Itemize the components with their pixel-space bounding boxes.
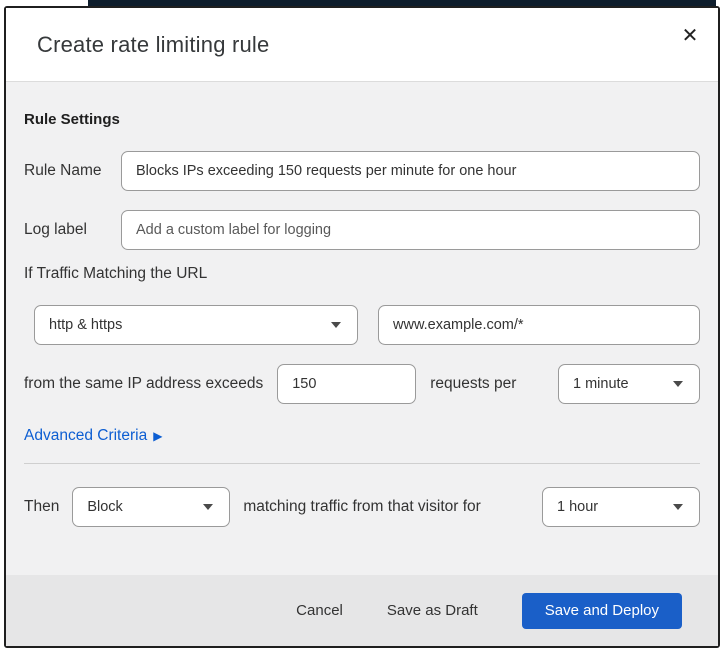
cancel-button[interactable]: Cancel: [296, 602, 343, 619]
url-pattern-input[interactable]: [378, 305, 700, 345]
scheme-select[interactable]: http & https: [34, 305, 358, 345]
dialog-header: Create rate limiting rule ✕: [6, 8, 718, 82]
period-select[interactable]: 1 minute: [558, 364, 700, 404]
advanced-criteria-label: Advanced Criteria: [24, 427, 148, 444]
threshold-suffix-text: requests per: [430, 375, 517, 392]
chevron-down-icon: [331, 322, 341, 328]
action-select[interactable]: Block: [72, 487, 231, 527]
scheme-select-value: http & https: [49, 317, 123, 333]
create-rate-limiting-rule-dialog: Create rate limiting rule ✕ Rule Setting…: [4, 6, 720, 648]
chevron-down-icon: [203, 504, 214, 510]
chevron-down-icon: [673, 504, 683, 510]
advanced-criteria-link[interactable]: Advanced Criteria ▶: [24, 426, 162, 446]
save-as-draft-button[interactable]: Save as Draft: [387, 602, 478, 619]
request-threshold-input[interactable]: [277, 364, 417, 404]
action-middle-text: matching traffic from that visitor for: [243, 498, 481, 515]
save-and-deploy-button[interactable]: Save and Deploy: [521, 592, 682, 629]
action-row: Then Block matching traffic from that vi…: [24, 487, 700, 527]
then-label: Then: [24, 498, 60, 515]
close-icon[interactable]: ✕: [674, 20, 706, 52]
duration-select[interactable]: 1 hour: [542, 487, 700, 527]
chevron-down-icon: [673, 381, 683, 387]
threshold-row: from the same IP address exceeds request…: [24, 364, 700, 404]
log-label-label: Log label: [24, 221, 87, 238]
section-divider: [24, 463, 700, 464]
dialog-footer: Cancel Save as Draft Save and Deploy: [6, 575, 718, 646]
dialog-body: Rule Settings Rule Name Log label If Tra…: [6, 82, 718, 575]
rule-settings-heading: Rule Settings: [24, 111, 120, 128]
log-label-input[interactable]: [121, 210, 700, 250]
threshold-prefix-text: from the same IP address exceeds: [24, 375, 264, 392]
dialog-title: Create rate limiting rule: [37, 31, 270, 57]
log-label-row: Log label: [24, 210, 700, 250]
rule-name-row: Rule Name: [24, 151, 700, 191]
url-match-row: http & https: [34, 305, 700, 345]
expand-arrow-icon: ▶: [153, 429, 163, 443]
duration-select-value: 1 hour: [557, 499, 599, 515]
rule-name-input[interactable]: [121, 151, 700, 191]
action-select-value: Block: [87, 499, 123, 515]
rule-name-label: Rule Name: [24, 162, 102, 179]
traffic-match-intro: If Traffic Matching the URL: [24, 265, 208, 282]
period-select-value: 1 minute: [573, 376, 629, 392]
